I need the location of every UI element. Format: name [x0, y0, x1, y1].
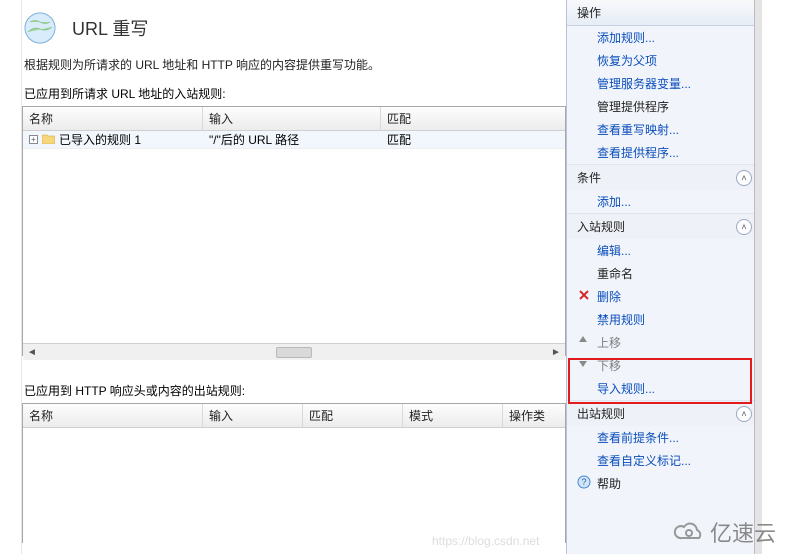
- col-header-input[interactable]: 输入: [203, 107, 381, 130]
- arrow-down-icon: [577, 357, 591, 371]
- delete-label: 删除: [597, 290, 621, 304]
- title-row: URL 重写: [22, 0, 566, 54]
- disable-rule-link[interactable]: 禁用规则: [567, 308, 762, 331]
- conditions-title: 条件: [577, 169, 601, 186]
- collapse-icon[interactable]: ˄: [736, 406, 752, 422]
- inbound-rules-grid: 名称 输入 匹配 + 已导入的规则 1 "/"后的 URL 路径 匹配 ◄ ►: [22, 106, 566, 356]
- delete-rule-link[interactable]: 删除: [567, 285, 762, 308]
- move-down-link: 下移: [567, 354, 762, 377]
- scroll-thumb[interactable]: [276, 347, 312, 358]
- actions-pane: 操作 添加规则... 恢复为父项 管理服务器变量... 管理提供程序 查看重写映…: [566, 0, 762, 554]
- rule-match: 匹配: [381, 131, 565, 149]
- page-title: URL 重写: [72, 15, 148, 41]
- outbound-rules-title: 出站规则: [577, 405, 625, 422]
- edit-rule-link[interactable]: 编辑...: [567, 239, 762, 262]
- help-icon: ?: [577, 475, 591, 489]
- scroll-left-icon[interactable]: ◄: [25, 347, 39, 358]
- rule-input: "/"后的 URL 路径: [203, 131, 381, 149]
- import-rules-link[interactable]: 导入规则...: [567, 377, 762, 400]
- col-header-input[interactable]: 输入: [203, 404, 303, 427]
- folder-icon: [42, 133, 55, 147]
- actions-pane-title: 操作: [567, 0, 762, 26]
- outbound-section-label: 已应用到 HTTP 响应头或内容的出站规则:: [22, 382, 566, 403]
- rename-rule-link[interactable]: 重命名: [567, 262, 762, 285]
- outbound-rules-group-header[interactable]: 出站规则 ˄: [567, 400, 762, 426]
- move-down-label: 下移: [597, 359, 621, 373]
- outbound-rules-grid: 名称 输入 匹配 模式 操作类: [22, 403, 566, 543]
- page-description: 根据规则为所请求的 URL 地址和 HTTP 响应的内容提供重写功能。: [22, 54, 566, 85]
- help-label: 帮助: [597, 477, 621, 491]
- inbound-grid-header: 名称 输入 匹配: [23, 107, 565, 131]
- collapse-icon[interactable]: ˄: [736, 170, 752, 186]
- inbound-section-label: 已应用到所请求 URL 地址的入站规则:: [22, 85, 566, 106]
- cloud-icon: [672, 520, 706, 544]
- horizontal-scrollbar[interactable]: ◄ ►: [23, 343, 565, 360]
- left-gutter: [0, 0, 22, 554]
- view-custom-tags-link[interactable]: 查看自定义标记...: [567, 449, 762, 472]
- watermark-text: https://blog.csdn.net: [432, 534, 539, 548]
- expand-icon[interactable]: +: [29, 135, 38, 144]
- outbound-grid-body[interactable]: [23, 428, 565, 546]
- col-header-name[interactable]: 名称: [23, 404, 203, 427]
- logo-watermark: 亿速云: [672, 516, 776, 548]
- view-preconditions-link[interactable]: 查看前提条件...: [567, 426, 762, 449]
- svg-text:?: ?: [581, 477, 586, 487]
- rule-name: 已导入的规则 1: [59, 131, 141, 148]
- inbound-rules-group-header[interactable]: 入站规则 ˄: [567, 213, 762, 239]
- view-providers-link[interactable]: 查看提供程序...: [567, 141, 762, 164]
- globe-icon: [22, 10, 58, 46]
- inbound-grid-body[interactable]: + 已导入的规则 1 "/"后的 URL 路径 匹配: [23, 131, 565, 343]
- move-up-label: 上移: [597, 336, 621, 350]
- add-rules-link[interactable]: 添加规则...: [567, 26, 762, 49]
- help-link[interactable]: ? 帮助: [567, 472, 762, 495]
- col-header-mode[interactable]: 模式: [403, 404, 503, 427]
- move-up-link: 上移: [567, 331, 762, 354]
- collapse-icon[interactable]: ˄: [736, 219, 752, 235]
- inbound-rules-title: 入站规则: [577, 218, 625, 235]
- delete-icon: [577, 288, 591, 302]
- col-header-ops[interactable]: 操作类: [503, 404, 565, 427]
- outbound-grid-header: 名称 输入 匹配 模式 操作类: [23, 404, 565, 428]
- add-condition-link[interactable]: 添加...: [567, 190, 762, 213]
- view-rewrite-maps-link[interactable]: 查看重写映射...: [567, 118, 762, 141]
- restore-parent-link[interactable]: 恢复为父项: [567, 49, 762, 72]
- col-header-match[interactable]: 匹配: [381, 107, 565, 130]
- arrow-up-icon: [577, 334, 591, 348]
- scroll-right-icon[interactable]: ►: [549, 347, 563, 358]
- table-row[interactable]: + 已导入的规则 1 "/"后的 URL 路径 匹配: [23, 131, 565, 149]
- conditions-group-header[interactable]: 条件 ˄: [567, 164, 762, 190]
- col-header-name[interactable]: 名称: [23, 107, 203, 130]
- col-header-match[interactable]: 匹配: [303, 404, 403, 427]
- main-content-pane: URL 重写 根据规则为所请求的 URL 地址和 HTTP 响应的内容提供重写功…: [22, 0, 566, 554]
- manage-providers-label: 管理提供程序: [567, 95, 762, 118]
- manage-server-vars-link[interactable]: 管理服务器变量...: [567, 72, 762, 95]
